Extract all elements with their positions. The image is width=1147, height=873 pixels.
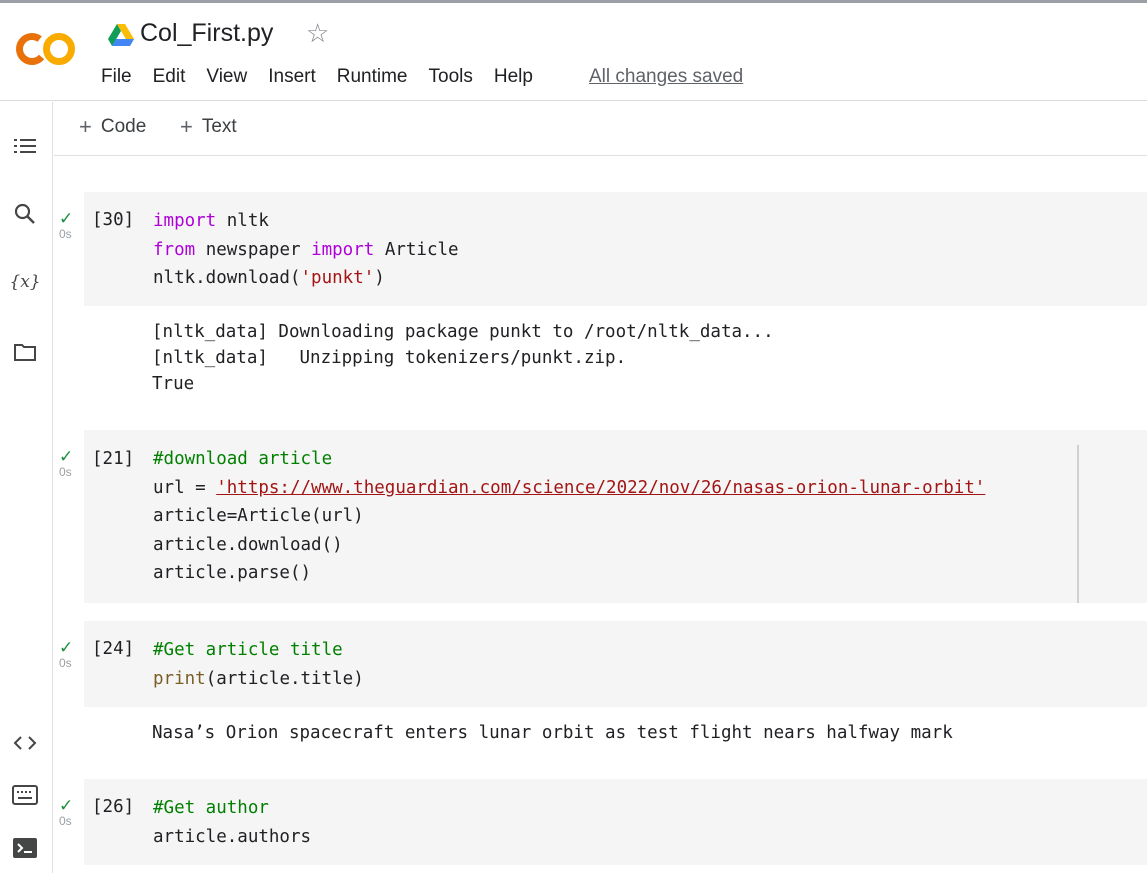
cell-4-run-status[interactable]: ✓ 0s xyxy=(59,797,81,828)
cell-3-run-status[interactable]: ✓ 0s xyxy=(59,639,81,670)
code-token: Article xyxy=(374,239,459,260)
cell-1-run-status[interactable]: ✓ 0s xyxy=(59,210,81,241)
cell-2-code[interactable]: #download article url = 'https://www.the… xyxy=(153,445,985,588)
code-token: #Get author xyxy=(153,798,269,818)
checkmark-icon: ✓ xyxy=(59,209,74,228)
cell-duration: 0s xyxy=(59,814,72,828)
add-code-cell-button[interactable]: + Code xyxy=(79,116,146,138)
cell-2-run-status[interactable]: ✓ 0s xyxy=(59,448,81,479)
files-icon[interactable] xyxy=(11,338,39,366)
add-text-cell-button[interactable]: + Text xyxy=(180,116,237,138)
cell-duration: 0s xyxy=(59,656,72,670)
menu-bar: File Edit View Insert Runtime Tools Help xyxy=(101,66,554,88)
cell-4-code[interactable]: #Get author article.authors xyxy=(153,794,311,851)
notebook-toolbar: + Code + Text xyxy=(54,102,1147,156)
code-token: #download article xyxy=(153,449,333,469)
menu-view[interactable]: View xyxy=(206,66,247,88)
add-text-label: Text xyxy=(201,116,237,137)
google-drive-icon[interactable] xyxy=(108,23,134,47)
search-icon[interactable] xyxy=(11,200,39,228)
code-snippets-icon[interactable] xyxy=(11,729,39,757)
menu-file[interactable]: File xyxy=(101,66,132,88)
cell-duration: 0s xyxy=(59,227,72,241)
code-token: import xyxy=(153,211,217,231)
terminal-icon[interactable] xyxy=(11,834,39,862)
execution-count: [24] xyxy=(92,639,135,659)
menu-insert[interactable]: Insert xyxy=(268,66,316,88)
save-status-link[interactable]: All changes saved xyxy=(589,66,743,88)
cell-3-output: Nasa’s Orion spacecraft enters lunar orb… xyxy=(152,723,953,743)
checkmark-icon: ✓ xyxy=(59,796,74,815)
plus-icon: + xyxy=(180,114,193,139)
star-icon[interactable]: ☆ xyxy=(306,20,329,46)
execution-count: [21] xyxy=(92,449,135,469)
variables-icon[interactable]: {x} xyxy=(9,268,40,296)
table-of-contents-icon[interactable] xyxy=(11,132,39,160)
code-token: ) xyxy=(374,268,385,288)
menu-tools[interactable]: Tools xyxy=(429,66,473,88)
code-token: nltk.download( xyxy=(153,268,301,288)
cell-1-code[interactable]: import nltk from newspaper import Articl… xyxy=(153,207,459,293)
menu-runtime[interactable]: Runtime xyxy=(337,66,408,88)
code-token: #Get article title xyxy=(153,640,343,660)
cell-duration: 0s xyxy=(59,465,72,479)
execution-count: [26] xyxy=(92,797,135,817)
code-token: import xyxy=(311,239,375,260)
code-token: (article.title) xyxy=(205,668,364,689)
left-sidebar: {x} xyxy=(0,102,53,873)
code-token: article=Article(url) xyxy=(153,506,364,526)
code-token: 'punkt' xyxy=(300,268,375,288)
cell-1-output: [nltk_data] Downloading package punkt to… xyxy=(152,322,774,394)
code-token: article.download() xyxy=(153,534,343,555)
plus-icon: + xyxy=(79,114,92,139)
code-token: nltk xyxy=(216,211,269,231)
code-token: article.parse() xyxy=(153,563,312,583)
url-string[interactable]: 'https://www.theguardian.com/science/202… xyxy=(216,478,985,498)
colab-logo[interactable] xyxy=(14,29,78,69)
code-token: newspaper xyxy=(195,239,312,260)
menu-edit[interactable]: Edit xyxy=(153,66,186,88)
code-token: article.authors xyxy=(153,826,312,847)
header: Col_First.py ☆ File Edit View Insert Run… xyxy=(0,3,1147,101)
checkmark-icon: ✓ xyxy=(59,447,74,466)
add-code-label: Code xyxy=(100,116,147,137)
cell-3-code[interactable]: #Get article title print(article.title) xyxy=(153,636,364,693)
execution-count: [30] xyxy=(92,210,135,230)
checkmark-icon: ✓ xyxy=(59,638,74,657)
code-token: print xyxy=(153,668,206,689)
code-token: url = xyxy=(153,477,217,498)
notebook-title[interactable]: Col_First.py xyxy=(140,19,273,48)
command-palette-icon[interactable] xyxy=(11,781,39,809)
code-token: from xyxy=(153,239,196,260)
cell-2-scrollbar[interactable] xyxy=(1077,445,1079,603)
menu-help[interactable]: Help xyxy=(494,66,533,88)
